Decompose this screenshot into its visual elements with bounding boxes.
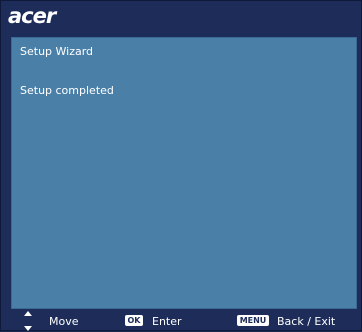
osd-window: acer Setup Wizard Setup completed Move O… <box>0 0 362 331</box>
up-down-arrows-icon <box>24 311 32 331</box>
move-hint-label: Move <box>49 315 79 328</box>
back-exit-hint-label: Back / Exit <box>277 315 336 328</box>
enter-hint-label: Enter <box>152 315 182 328</box>
footer-hints: Move OK Enter MENU Back / Exit <box>1 309 362 332</box>
acer-logo: acer <box>8 4 56 28</box>
setup-status-message: Setup completed <box>20 84 114 97</box>
menu-key-icon: MENU <box>237 315 269 326</box>
wizard-title: Setup Wizard <box>20 45 94 58</box>
content-panel: Setup Wizard Setup completed <box>11 37 357 309</box>
ok-key-icon: OK <box>125 315 143 326</box>
